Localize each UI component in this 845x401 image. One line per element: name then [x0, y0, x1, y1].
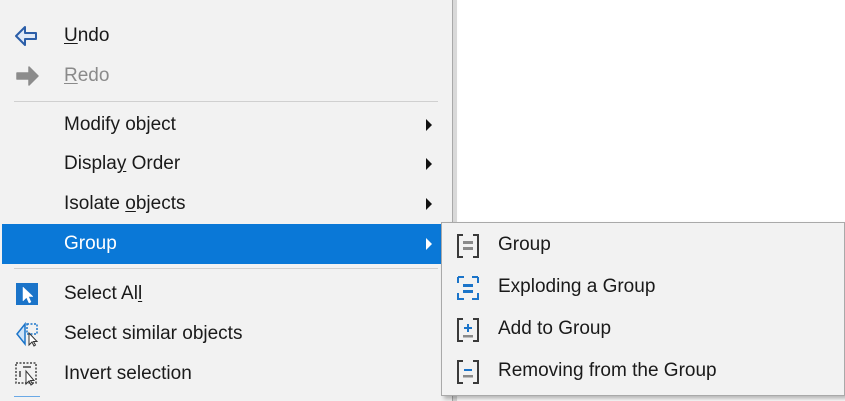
submenu-item-remove-from-group[interactable]: Removing from the Group [442, 351, 844, 391]
menu-item-label: Undo [64, 25, 110, 46]
redo-arrow-icon [14, 64, 40, 88]
submenu-arrow-icon [426, 158, 432, 170]
submenu-arrow-icon [426, 198, 432, 210]
submenu-arrow-icon [426, 119, 432, 131]
submenu-item-label: Removing from the Group [498, 360, 717, 381]
group-icon [456, 233, 480, 259]
menu-item-label: Group [64, 233, 117, 254]
remove-from-group-icon [456, 359, 480, 385]
submenu-item-label: Exploding a Group [498, 276, 656, 297]
menu-item-redo[interactable]: Redo [2, 56, 450, 96]
add-to-group-icon [456, 317, 480, 343]
menu-item-invert-selection[interactable]: Invert selection [2, 354, 450, 394]
explode-group-icon [456, 275, 480, 301]
context-menu: Undo Redo Modify object Display Order Is… [0, 0, 457, 401]
menu-item-label: Redo [64, 65, 110, 86]
menu-item-group[interactable]: Group [2, 224, 450, 264]
menu-item-label: Select All [64, 283, 143, 304]
menu-separator [14, 268, 438, 269]
invert-selection-icon [14, 362, 40, 386]
submenu-item-add-to-group[interactable]: Add to Group [442, 309, 844, 349]
group-submenu: Group Exploding a Group Add to Group Rem… [441, 222, 845, 396]
submenu-item-label: Group [498, 234, 551, 255]
menu-item-display-order[interactable]: Display Order [2, 144, 450, 184]
menu-separator [14, 101, 438, 102]
menu-item-label: Invert selection [64, 363, 192, 384]
menu-item-select-all[interactable]: Select All [2, 274, 450, 314]
submenu-item-label: Add to Group [498, 318, 612, 339]
menu-item-label: Select similar objects [64, 323, 243, 344]
menu-item-undo[interactable]: Undo [2, 16, 450, 56]
menu-item-isolate-objects[interactable]: Isolate objects [2, 184, 450, 224]
submenu-item-group[interactable]: Group [442, 225, 844, 265]
menu-item-label: Display Order [64, 153, 181, 174]
menu-item-modify-object[interactable]: Modify object [2, 105, 450, 145]
partial-item-edge [14, 396, 40, 397]
undo-arrow-icon [14, 24, 40, 48]
submenu-item-exploding-group[interactable]: Exploding a Group [442, 267, 844, 307]
submenu-arrow-icon [426, 238, 432, 250]
menu-item-label: Isolate objects [64, 193, 186, 214]
select-similar-icon [14, 321, 40, 347]
select-all-icon [14, 282, 40, 306]
menu-item-label: Modify object [64, 114, 176, 135]
menu-item-select-similar[interactable]: Select similar objects [2, 314, 450, 354]
